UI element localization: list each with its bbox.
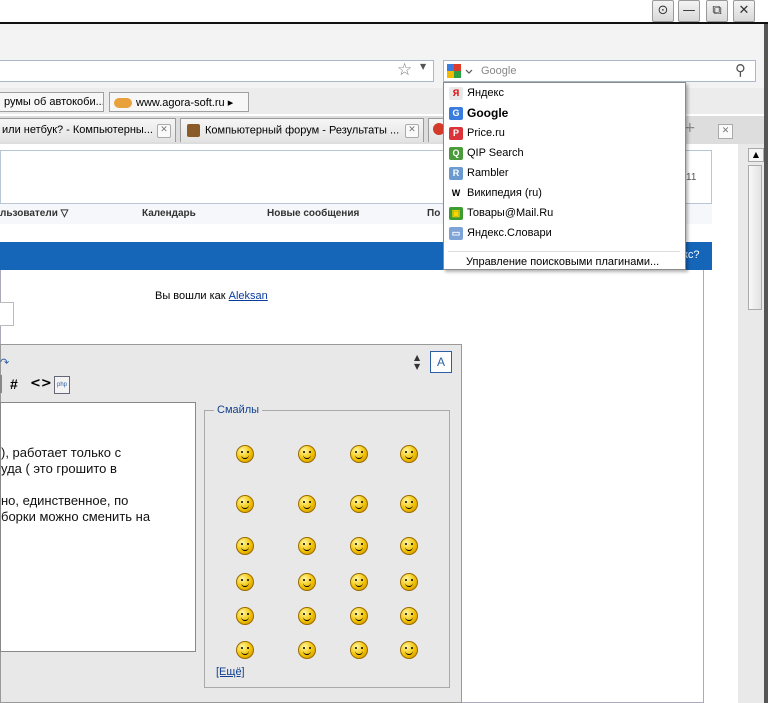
smiley-icon[interactable] — [350, 573, 368, 591]
engine-label: QIP Search — [467, 147, 524, 159]
window-menu-icon[interactable]: ⊙ — [652, 0, 674, 22]
engine-label: Price.ru — [467, 127, 505, 139]
smiley-icon[interactable] — [236, 495, 254, 513]
smiley-icon[interactable] — [236, 573, 254, 591]
search-engine-selector[interactable] — [445, 62, 475, 80]
restore-button[interactable]: ⧉ — [706, 0, 728, 22]
text-line: борки можно сменить на — [1, 509, 151, 524]
price-ru-icon: P — [449, 127, 463, 140]
smiley-icon[interactable] — [400, 537, 418, 555]
smiley-icon[interactable] — [298, 641, 316, 659]
resize-toggle-icon[interactable]: ▲ ▼ — [414, 353, 420, 371]
smiley-icon[interactable] — [236, 641, 254, 659]
engine-label: Яндекс — [467, 87, 504, 99]
smiley-icon[interactable] — [400, 607, 418, 625]
agora-soft-icon — [114, 98, 132, 109]
text-line: но, единственное, по — [1, 493, 129, 508]
engine-item-0[interactable]: Я Яндекс — [447, 84, 683, 103]
close-button[interactable]: ✕ — [733, 0, 755, 22]
smiley-icon[interactable] — [236, 607, 254, 625]
font-mode-button[interactable]: A — [430, 351, 452, 373]
engine-item-3[interactable]: Q QIP Search — [447, 144, 683, 163]
text-input-fragment[interactable] — [0, 302, 14, 326]
code-icon[interactable]: <> — [30, 376, 52, 391]
engine-label: Google — [467, 106, 509, 120]
header-text-fragment: 11 — [686, 172, 697, 183]
yandex-icon: Я — [449, 87, 463, 100]
smiley-icon[interactable] — [298, 445, 316, 463]
manage-search-plugins[interactable]: Управление поисковыми плагинами... — [466, 256, 659, 268]
smiley-icon[interactable] — [400, 495, 418, 513]
smiley-icon[interactable] — [298, 573, 316, 591]
message-textarea[interactable]: ), работает только с уда ( это грошито в… — [0, 402, 196, 652]
engine-label: Товары@Mail.Ru — [467, 207, 554, 219]
logged-in-prefix: Вы вошли как — [155, 290, 226, 302]
smilies-title: Смайлы — [214, 404, 263, 416]
smiley-icon[interactable] — [236, 445, 254, 463]
minimize-button[interactable]: — — [678, 0, 700, 22]
search-icon[interactable]: ⚲ — [735, 61, 746, 79]
engine-label: Википедия (ru) — [467, 187, 542, 199]
engine-item-6[interactable]: ▣ Товары@Mail.Ru — [447, 204, 683, 223]
tab-label: Компьютерный форум - Результаты ... — [205, 124, 400, 137]
logged-in-status: Вы вошли как Aleksan — [155, 290, 268, 302]
smiley-icon[interactable] — [400, 641, 418, 659]
hash-tag-icon[interactable]: # — [10, 376, 18, 392]
close-tab-icon[interactable]: ✕ — [718, 124, 733, 139]
engine-item-7[interactable]: ▭ Яндекс.Словари — [447, 224, 683, 243]
smiley-icon[interactable] — [400, 573, 418, 591]
php-code-icon[interactable]: php — [54, 376, 70, 394]
engine-item-2[interactable]: P Price.ru — [447, 124, 683, 143]
yandex-dictionary-icon: ▭ — [449, 227, 463, 240]
username-link[interactable]: Aleksan — [229, 290, 268, 302]
rambler-icon: R — [449, 167, 463, 180]
bookmark-label: www.agora-soft.ru ▸ — [136, 97, 234, 109]
google-engine-icon — [447, 64, 473, 78]
engine-item-1[interactable]: G Google — [447, 104, 683, 123]
toolbar-separator — [0, 375, 2, 393]
tab-forum-results[interactable]: Компьютерный форум - Результаты ... ✕ — [180, 118, 424, 142]
window-border — [764, 24, 768, 703]
engine-item-4[interactable]: R Rambler — [447, 164, 683, 183]
smiley-icon[interactable] — [298, 495, 316, 513]
smiley-icon[interactable] — [350, 537, 368, 555]
google-icon: G — [449, 107, 463, 120]
scroll-thumb[interactable] — [748, 165, 762, 310]
smiley-icon[interactable] — [350, 445, 368, 463]
nav-calendar[interactable]: Календарь — [142, 208, 196, 219]
address-bar[interactable] — [0, 60, 434, 82]
bookmark-item[interactable]: румы об автокоби... — [0, 92, 104, 112]
forum-favicon-icon — [187, 124, 200, 137]
qip-icon: Q — [449, 147, 463, 160]
smiley-icon[interactable] — [298, 537, 316, 555]
tab-netbook[interactable]: или нетбук? - Компьютерны... ✕ — [0, 118, 176, 142]
smiley-icon[interactable] — [350, 607, 368, 625]
engine-item-5[interactable]: W Википедия (ru) — [447, 184, 683, 203]
redo-icon[interactable]: ↷ — [0, 356, 9, 369]
smiley-icon[interactable] — [350, 641, 368, 659]
nav-new-posts[interactable]: Новые сообщения — [267, 208, 359, 219]
nav-users[interactable]: льзователи ▽ — [0, 208, 68, 219]
wikipedia-icon: W — [449, 187, 463, 200]
bookmark-star-icon[interactable]: ☆ — [397, 61, 415, 79]
dropdown-separator — [448, 251, 680, 252]
close-tab-icon[interactable]: ✕ — [157, 124, 171, 138]
engine-label: Яндекс.Словари — [467, 227, 552, 239]
smiley-icon[interactable] — [236, 537, 254, 555]
more-smilies-link[interactable]: [Ещё] — [216, 666, 245, 678]
smiley-icon[interactable] — [400, 445, 418, 463]
history-dropdown-icon[interactable]: ▼ — [420, 62, 426, 71]
text-line: уда ( это грошито в — [1, 461, 117, 476]
smiley-icon[interactable] — [298, 607, 316, 625]
close-tab-icon[interactable]: ✕ — [405, 124, 419, 138]
tab-label: или нетбук? - Компьютерны... — [2, 124, 153, 136]
smiley-icon[interactable] — [350, 495, 368, 513]
text-line: ), работает только с — [1, 445, 122, 460]
mailru-goods-icon: ▣ — [449, 207, 463, 220]
nav-search[interactable]: По — [427, 208, 440, 219]
scroll-up-icon[interactable]: ▲ — [748, 148, 764, 162]
bookmark-item[interactable]: www.agora-soft.ru ▸ — [109, 92, 249, 112]
search-placeholder: Google — [481, 65, 517, 77]
engine-label: Rambler — [467, 167, 509, 179]
